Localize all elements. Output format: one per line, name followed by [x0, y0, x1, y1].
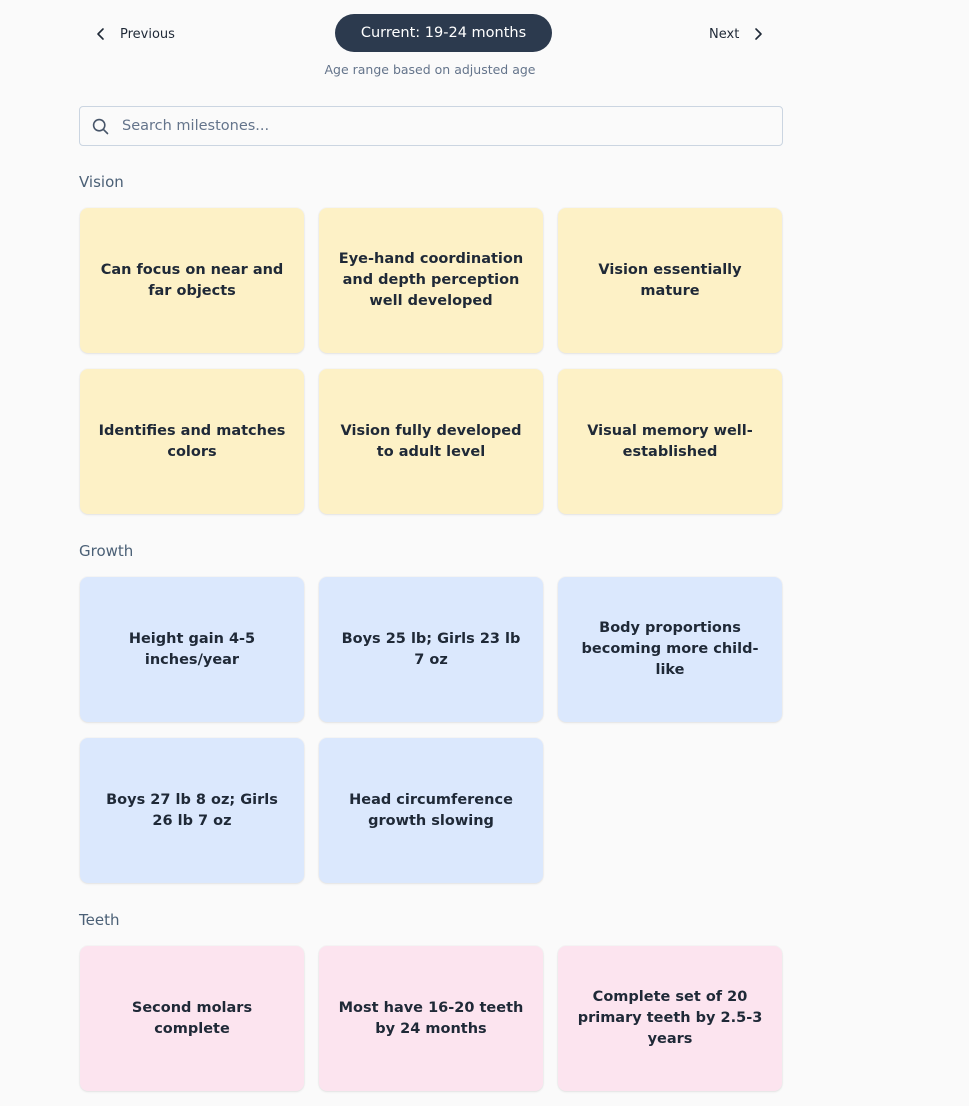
- current-range-pill[interactable]: Current: 19-24 months: [335, 14, 552, 52]
- search-icon: [92, 118, 109, 135]
- milestone-text: Can focus on near and far objects: [100, 261, 284, 299]
- section-title-vision: Vision: [79, 173, 124, 191]
- milestone-text: Complete set of 20 primary teeth by 2.5-…: [577, 989, 763, 1047]
- milestone-card[interactable]: Eye-hand coordination and depth percepti…: [319, 208, 543, 353]
- section-title-teeth: Teeth: [79, 911, 120, 929]
- milestone-text: Eye-hand coordination and depth percepti…: [338, 251, 524, 309]
- milestone-text: Height gain 4-5 inches/year: [128, 630, 256, 668]
- milestone-text: Identifies and matches colors: [98, 422, 286, 460]
- milestone-card[interactable]: Complete set of 20 primary teeth by 2.5-…: [558, 946, 782, 1091]
- previous-label: Previous: [120, 26, 175, 42]
- milestone-text: Vision fully developed to adult level: [340, 422, 522, 460]
- chevron-left-icon: [97, 28, 104, 40]
- milestone-text: Second molars complete: [131, 999, 253, 1037]
- milestone-card[interactable]: Visual memory well-established: [558, 369, 782, 514]
- next-label: Next: [709, 26, 740, 42]
- milestone-card[interactable]: Second molars complete: [80, 946, 304, 1091]
- previous-button[interactable]: Previous: [94, 22, 175, 46]
- milestone-card[interactable]: Vision fully developed to adult level: [319, 369, 543, 514]
- chevron-right-icon: [755, 28, 763, 40]
- age-range-note: Age range based on adjusted age: [324, 62, 536, 77]
- milestone-text: Vision essentially mature: [598, 261, 742, 299]
- milestone-card[interactable]: Vision essentially mature: [558, 208, 782, 353]
- milestone-text: Visual memory well-established: [587, 422, 753, 460]
- milestone-text: Most have 16-20 teeth by 24 months: [338, 999, 524, 1037]
- milestone-card[interactable]: Most have 16-20 teeth by 24 months: [319, 946, 543, 1091]
- milestone-text: Body proportions becoming more child-lik…: [581, 620, 759, 678]
- milestone-card[interactable]: Boys 27 lb 8 oz; Girls 26 lb 7 oz: [80, 738, 304, 883]
- milestone-card[interactable]: Height gain 4-5 inches/year: [80, 577, 304, 722]
- milestone-card[interactable]: Head circumference growth slowing: [319, 738, 543, 883]
- current-range-label: Current: 19-24 months: [360, 25, 527, 41]
- search-input[interactable]: [120, 107, 774, 145]
- milestone-text: Boys 25 lb; Girls 23 lb 7 oz: [341, 630, 521, 668]
- milestone-text: Head circumference growth slowing: [349, 791, 513, 829]
- milestone-card[interactable]: Identifies and matches colors: [80, 369, 304, 514]
- milestone-card[interactable]: Can focus on near and far objects: [80, 208, 304, 353]
- milestone-card[interactable]: Boys 25 lb; Girls 23 lb 7 oz: [319, 577, 543, 722]
- search-bar: [79, 106, 783, 146]
- milestone-text: Boys 27 lb 8 oz; Girls 26 lb 7 oz: [106, 791, 278, 829]
- next-button[interactable]: Next: [709, 22, 765, 46]
- milestone-card[interactable]: Body proportions becoming more child-lik…: [558, 577, 782, 722]
- section-title-growth: Growth: [79, 542, 134, 560]
